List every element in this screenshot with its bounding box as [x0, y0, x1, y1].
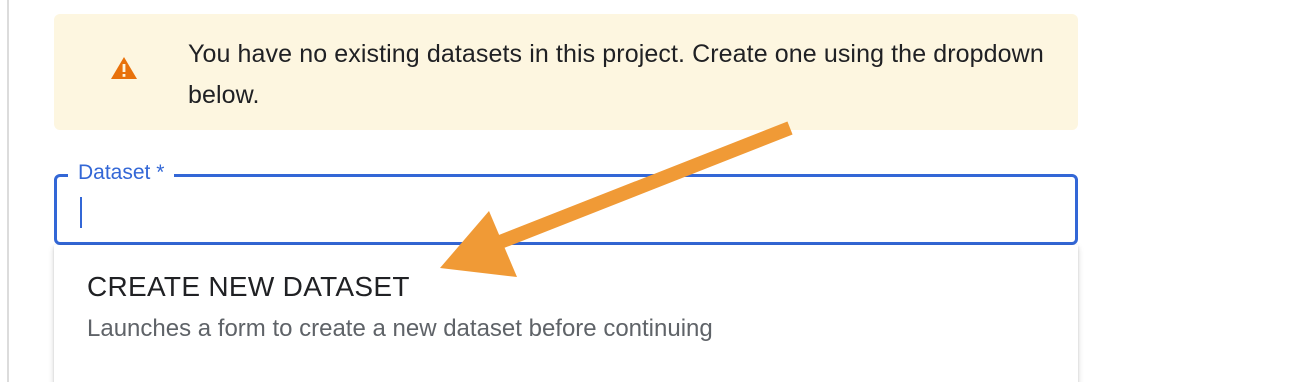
text-cursor	[80, 197, 82, 228]
warning-message: You have no existing datasets in this pr…	[188, 40, 1044, 109]
option-description: Launches a form to create a new dataset …	[87, 315, 713, 342]
panel-divider	[7, 0, 9, 382]
option-title: CREATE NEW DATASET	[87, 271, 410, 302]
page: You have no existing datasets in this pr…	[0, 0, 1312, 382]
warning-triangle-icon	[110, 56, 138, 80]
dataset-dropdown-menu: CREATE NEW DATASET Launches a form to cr…	[54, 245, 1078, 382]
warning-banner: You have no existing datasets in this pr…	[54, 14, 1078, 130]
dataset-input[interactable]	[79, 191, 1039, 227]
dataset-select-field[interactable]	[54, 174, 1078, 245]
dataset-field-label: Dataset *	[68, 159, 175, 187]
